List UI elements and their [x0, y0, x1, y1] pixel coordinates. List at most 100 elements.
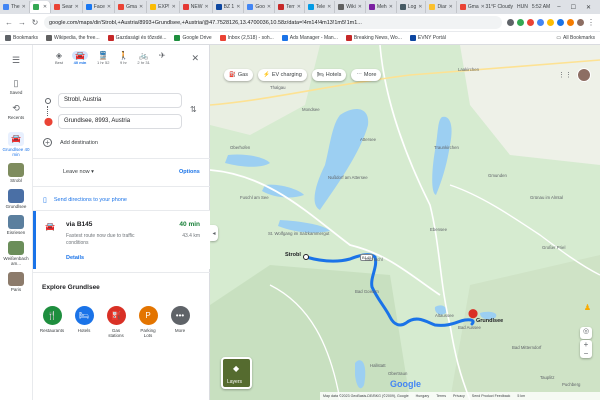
destination-input[interactable]: Grundlsee, 8993, Austria: [58, 114, 182, 129]
bookmark-item[interactable]: Gazdasági és tőzsdé...: [107, 35, 166, 41]
close-tab-icon[interactable]: ✕: [418, 4, 422, 10]
explore-category-button[interactable]: 🍴 Restaurants: [40, 306, 64, 338]
map-chip[interactable]: 🛏 Hotels: [311, 69, 347, 81]
explore-category-button[interactable]: ••• More: [168, 306, 192, 338]
all-bookmarks[interactable]: ▭ All Bookmarks: [556, 35, 595, 41]
extension-icon[interactable]: [557, 19, 564, 26]
options-button[interactable]: Options: [179, 169, 200, 175]
map-place-label[interactable]: Obertraun: [388, 371, 407, 376]
map-place-label[interactable]: Ebensee: [430, 227, 447, 232]
url-input[interactable]: google.com/maps/dir/Strobl,+Austria/8993…: [44, 16, 502, 29]
travel-mode-button[interactable]: ◈ Best: [55, 51, 63, 65]
close-tab-icon[interactable]: ✕: [172, 4, 176, 10]
browser-tab[interactable]: Diar ✕: [426, 1, 457, 13]
map-place-label[interactable]: Laakirchen: [458, 67, 479, 72]
recents-button[interactable]: ⟲ Recents: [8, 103, 25, 120]
pegman-icon[interactable]: ♟: [584, 303, 591, 312]
browser-tab[interactable]: NEW ✕: [180, 1, 213, 13]
browser-tab[interactable]: Face ✕: [83, 1, 116, 13]
map-place-label[interactable]: Bad Aussee: [458, 325, 481, 330]
close-tab-icon[interactable]: ✕: [267, 4, 271, 10]
map-place-label[interactable]: Mondsee: [302, 107, 320, 112]
swap-icon[interactable]: ⇅: [190, 105, 197, 114]
close-tab-icon[interactable]: ✕: [204, 4, 208, 10]
bookmark-item[interactable]: Breaking News, Wo...: [345, 35, 402, 41]
map-place-label[interactable]: Grünau im Almtal: [530, 195, 563, 200]
extension-icon[interactable]: [547, 19, 554, 26]
map-chip[interactable]: ⚡ EV charging: [257, 69, 307, 81]
start-input[interactable]: Strobl, Austria: [58, 93, 182, 108]
browser-tab[interactable]: EXP! ✕: [147, 1, 180, 13]
reload-icon[interactable]: ↻: [31, 18, 39, 27]
close-tab-icon[interactable]: ✕: [107, 4, 111, 10]
send-to-phone-button[interactable]: ▯ Send directions to your phone: [43, 196, 127, 204]
zoom-out-icon[interactable]: −: [584, 349, 589, 358]
travel-mode-button[interactable]: ✈: [159, 51, 166, 60]
recent-item[interactable]: 🚘 Grundlsee 40 min: [1, 132, 31, 157]
close-tab-icon[interactable]: ✕: [449, 4, 453, 10]
browser-tab[interactable]: Terr ✕: [275, 1, 305, 13]
footer-link[interactable]: Hungary: [416, 394, 430, 398]
explore-category-button[interactable]: P Parking Lots: [136, 306, 160, 338]
close-tab-icon[interactable]: ✕: [139, 4, 143, 10]
close-tab-icon[interactable]: ✕: [75, 4, 79, 10]
zoom-icon[interactable]: [507, 19, 514, 26]
map-place-label[interactable]: Großer Priel: [542, 245, 565, 250]
recent-item[interactable]: Weißenbach am...: [1, 241, 31, 266]
browser-tab[interactable]: Wiki ✕: [335, 1, 366, 13]
map-place-label[interactable]: Tauplitz: [540, 375, 555, 380]
account-avatar[interactable]: [577, 68, 591, 82]
close-window-icon[interactable]: ✕: [583, 4, 594, 11]
map-place-label[interactable]: Traunkirchen: [434, 145, 459, 150]
explore-category-button[interactable]: 🛏 Hotels: [72, 306, 96, 338]
minimize-icon[interactable]: –: [554, 4, 563, 10]
browser-tab[interactable]: ✕: [29, 1, 52, 13]
footer-link[interactable]: Privacy: [453, 394, 465, 398]
travel-mode-button[interactable]: 🚘 40 min: [72, 51, 88, 65]
map-place-label[interactable]: Altaussee: [435, 313, 454, 318]
close-tab-icon[interactable]: ✕: [481, 4, 485, 10]
map-place-label[interactable]: Attersee: [360, 137, 376, 142]
apps-grid-icon[interactable]: ⋮⋮: [558, 71, 572, 79]
close-tab-icon[interactable]: ✕: [22, 4, 26, 10]
bookmark-item[interactable]: EVNY Portál: [409, 35, 446, 41]
bookmark-item[interactable]: Wikipedia, the free...: [46, 35, 100, 41]
my-location-icon[interactable]: ◎: [580, 327, 592, 339]
recent-item[interactable]: Strobl: [8, 163, 24, 183]
map-place-label[interactable]: Puchberg: [562, 382, 580, 387]
browser-tab[interactable]: Gma ✕: [115, 1, 148, 13]
maximize-icon[interactable]: ☐: [568, 4, 579, 11]
extension-icon[interactable]: [517, 19, 524, 26]
collapse-panel-button[interactable]: ◂: [210, 225, 218, 241]
bookmark-item[interactable]: Ads Manager - Man...: [281, 35, 338, 41]
browser-tab[interactable]: Goo ✕: [244, 1, 276, 13]
travel-mode-button[interactable]: 🚆 1 hr 52: [97, 51, 109, 65]
browser-tab[interactable]: Log ✕: [397, 1, 427, 13]
add-destination-button[interactable]: + Add destination: [43, 138, 98, 147]
start-map-label[interactable]: Strobl: [285, 252, 301, 258]
destination-map-label[interactable]: Grundlsee: [476, 318, 503, 324]
extension-icon[interactable]: [537, 19, 544, 26]
map-place-label[interactable]: Bad Goisern: [355, 289, 379, 294]
bookmark-item[interactable]: Google Drive: [174, 35, 212, 41]
map-place-label[interactable]: Bad Ischl: [365, 257, 383, 262]
map-place-label[interactable]: Thalgau: [270, 85, 286, 90]
recent-item[interactable]: Grundlsee: [6, 189, 26, 209]
layers-button[interactable]: ◆ Layers: [221, 357, 252, 389]
profile-avatar[interactable]: [577, 19, 584, 26]
browser-tab[interactable]: The ✕: [0, 1, 30, 13]
bookmark-item[interactable]: Bookmarks: [5, 35, 38, 41]
map-place-label[interactable]: St. Wolfgang im Salzkammergut: [268, 231, 329, 236]
browser-tab[interactable]: BZ 1 ✕: [213, 1, 245, 13]
close-tab-icon[interactable]: ✕: [43, 4, 47, 10]
close-tab-icon[interactable]: ✕: [358, 4, 362, 10]
recent-item[interactable]: Eisriesen: [7, 215, 25, 235]
map-place-label[interactable]: Hallstatt: [370, 363, 386, 368]
browser-tab[interactable]: Sear ✕: [51, 1, 83, 13]
browser-tab[interactable]: Gma ✕: [457, 1, 489, 13]
close-tab-icon[interactable]: ✕: [236, 4, 240, 10]
extension-icon[interactable]: [527, 19, 534, 26]
zoom-in-icon[interactable]: +: [584, 340, 589, 349]
language-indicator[interactable]: HUN: [517, 4, 528, 10]
map-place-label[interactable]: Fuschl am See: [240, 195, 269, 200]
